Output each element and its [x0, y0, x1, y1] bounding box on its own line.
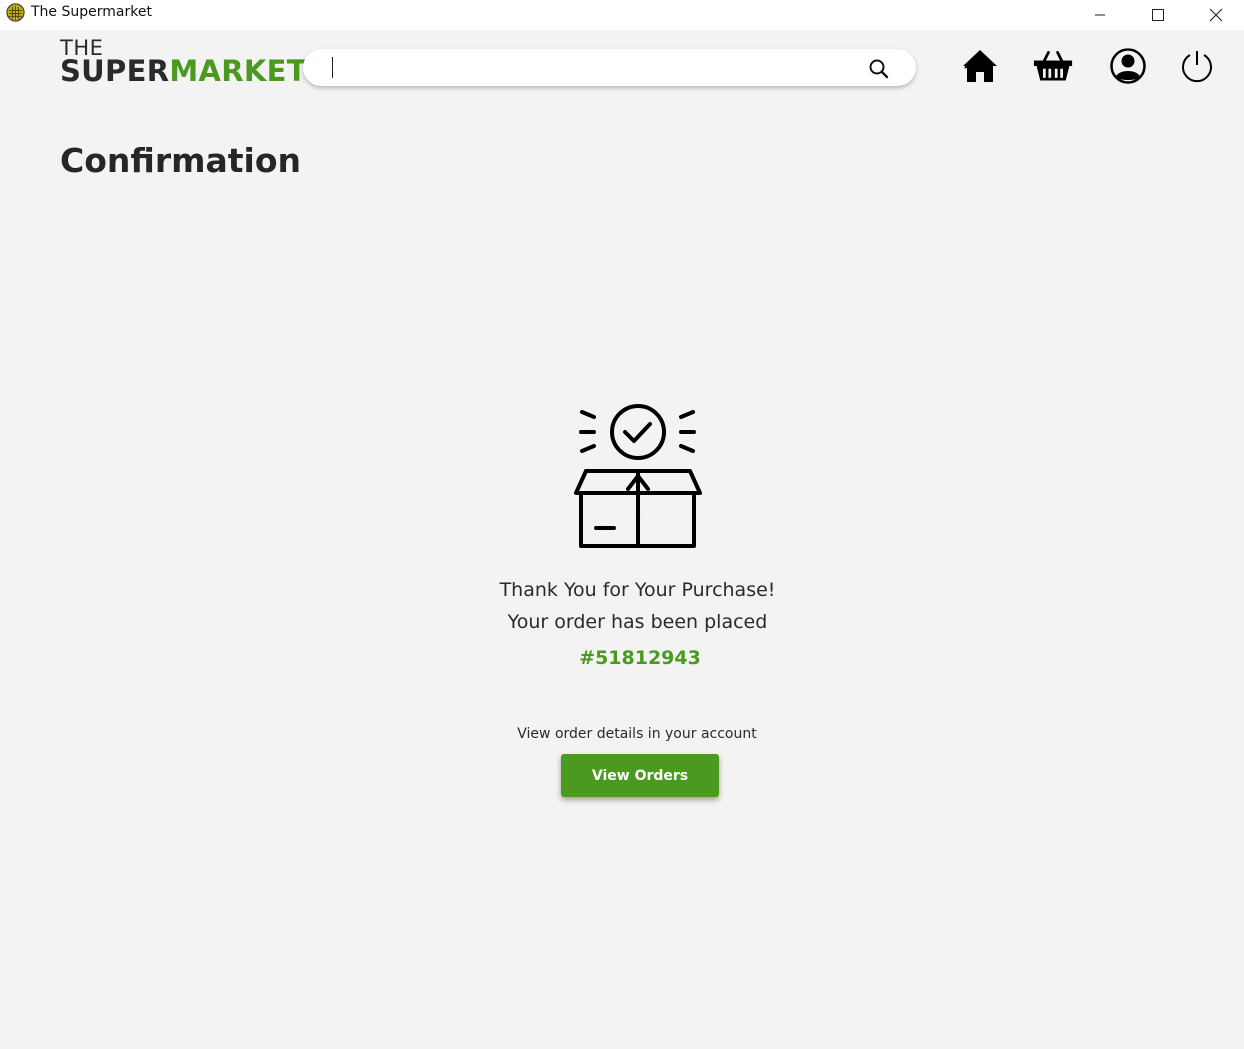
close-button[interactable]	[1187, 0, 1244, 30]
order-details-note: View order details in your account	[517, 726, 757, 742]
basket-icon	[1033, 51, 1073, 81]
search-button[interactable]	[864, 56, 894, 82]
text-caret	[332, 57, 333, 78]
minimize-button[interactable]	[1071, 0, 1129, 30]
account-button[interactable]	[1108, 46, 1148, 86]
maximize-icon	[1152, 9, 1164, 21]
logo-market: MARKET	[169, 54, 307, 88]
order-placed-text: Your order has been placed	[507, 611, 768, 633]
search-icon	[869, 59, 889, 79]
account-icon	[1110, 48, 1146, 84]
home-icon	[963, 50, 997, 82]
thank-you-text: Thank You for Your Purchase!	[499, 579, 776, 601]
logout-button[interactable]	[1177, 46, 1217, 86]
basket-button[interactable]	[1033, 46, 1073, 86]
maximize-button[interactable]	[1129, 0, 1187, 30]
brand-logo[interactable]: THE SUPERMARKET	[60, 38, 307, 86]
power-icon	[1182, 51, 1212, 83]
window-title: The Supermarket	[31, 4, 152, 20]
view-orders-button[interactable]: View Orders	[561, 754, 719, 797]
search-bar	[303, 49, 916, 86]
close-icon	[1209, 8, 1223, 22]
logo-wordmark: SUPERMARKET	[60, 57, 307, 86]
app-logo-icon	[6, 3, 25, 22]
order-number: #51812943	[579, 647, 701, 669]
minimize-icon	[1095, 14, 1105, 16]
window-titlebar: The Supermarket	[0, 0, 1244, 30]
home-button[interactable]	[960, 46, 1000, 86]
logo-super: SUPER	[60, 54, 170, 88]
page-title: Confirmation	[60, 141, 302, 180]
order-box-check-icon	[574, 404, 702, 548]
search-input[interactable]	[329, 55, 849, 80]
